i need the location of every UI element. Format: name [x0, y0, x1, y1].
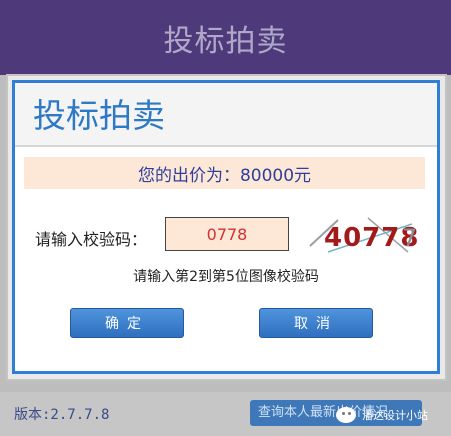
background-header: 投标拍卖 — [0, 0, 451, 75]
captcha-image[interactable]: 40778 7 — [308, 216, 420, 254]
watermark: 潘达设计小站 — [336, 402, 444, 428]
captcha-input[interactable] — [165, 217, 289, 251]
background-title: 投标拍卖 — [163, 23, 288, 59]
dialog-title: 投标拍卖 — [33, 96, 165, 135]
confirm-button[interactable]: 确定 — [70, 308, 184, 338]
bid-dialog: 投标拍卖 您的出价为：80000元 请输入校验码： 40778 7 请输入第2到… — [12, 80, 440, 374]
captcha-extra-char: 7 — [402, 224, 417, 252]
captcha-label: 请输入校验码： — [35, 230, 148, 249]
watermark-text: 潘达设计小站 — [362, 409, 428, 422]
version-label: 版本:2.7.7.8 — [14, 407, 110, 423]
captcha-hint: 请输入第2到第5位图像校验码 — [133, 269, 319, 285]
dialog-title-bar: 投标拍卖 — [15, 83, 437, 147]
wechat-icon — [336, 407, 356, 423]
bid-price-banner: 您的出价为：80000元 — [24, 157, 425, 189]
cancel-button[interactable]: 取消 — [259, 308, 373, 338]
bid-price-text: 您的出价为：80000元 — [137, 165, 312, 186]
